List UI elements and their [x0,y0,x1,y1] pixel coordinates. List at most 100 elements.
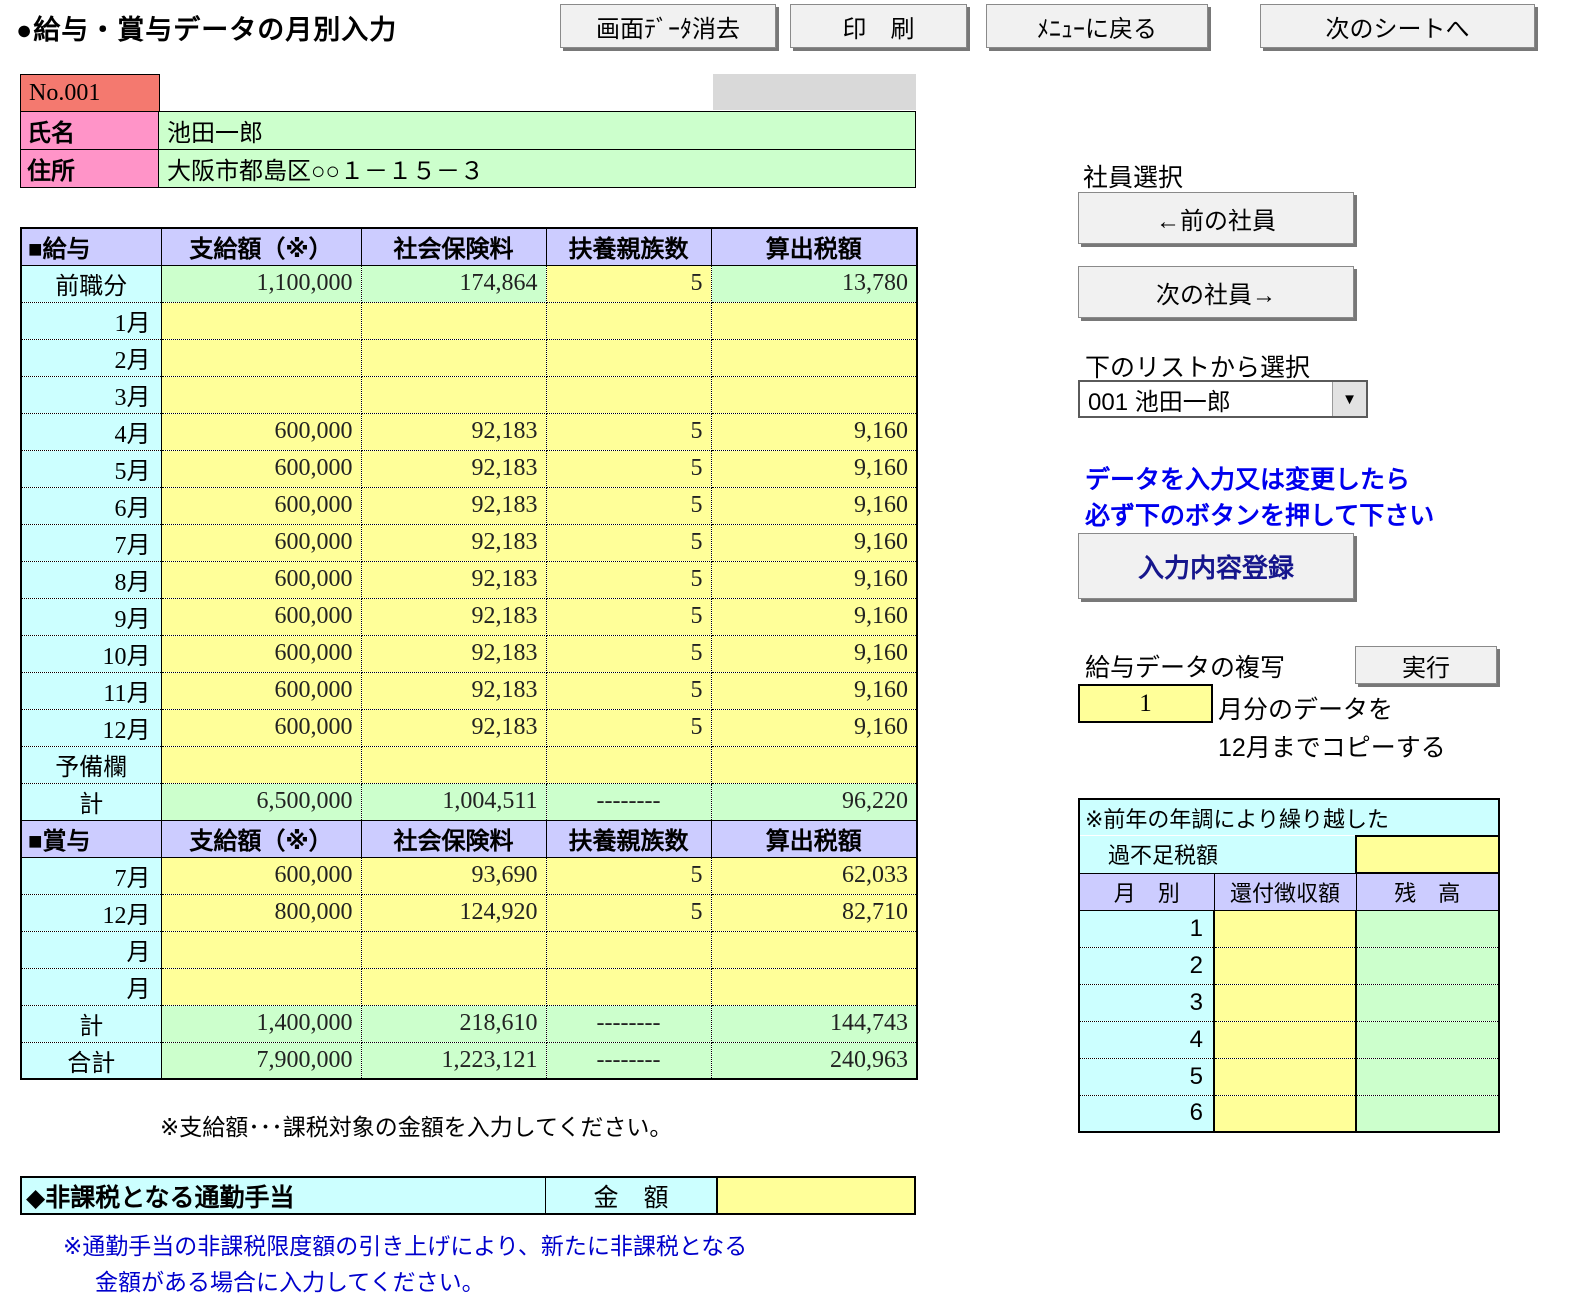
copy-month-input[interactable]: 1 [1078,684,1213,723]
back-to-menu-button[interactable]: ﾒﾆｭｰに戻る [986,4,1208,48]
salary-row: 12月 600,000 92,183 5 9,160 [21,709,917,746]
dependents-cell[interactable]: 5 [546,450,711,487]
refund-cell[interactable] [1214,947,1356,984]
insurance-cell[interactable] [361,931,546,968]
next-employee-button[interactable]: 次の社員→ [1078,266,1354,318]
pay-cell[interactable]: 600,000 [161,413,361,450]
insurance-cell[interactable]: 218,610 [361,1005,546,1042]
print-button[interactable]: 印 刷 [790,4,967,48]
insurance-cell[interactable]: 92,183 [361,598,546,635]
dependents-cell[interactable]: -------- [546,1005,711,1042]
insurance-cell[interactable] [361,376,546,413]
warning-line1: データを入力又は変更したら [1085,462,1410,498]
salary-row: 3月 [21,376,917,413]
execute-copy-button[interactable]: 実行 [1355,646,1497,684]
pay-cell[interactable]: 800,000 [161,894,361,931]
pay-cell[interactable]: 1,100,000 [161,265,361,302]
salary-row: 前職分 1,100,000 174,864 5 13,780 [21,265,917,302]
pay-cell[interactable]: 6,500,000 [161,783,361,820]
pay-cell[interactable]: 1,400,000 [161,1005,361,1042]
pay-cell[interactable] [161,339,361,376]
insurance-cell[interactable] [361,302,546,339]
dependents-cell[interactable]: 5 [546,265,711,302]
prev-employee-button[interactable]: ←前の社員 [1078,192,1354,244]
dependents-cell[interactable]: 5 [546,524,711,561]
employee-dropdown[interactable]: 001 池田一郎 ▼ [1078,380,1368,418]
insurance-cell[interactable]: 93,690 [361,857,546,894]
pay-cell[interactable] [161,302,361,339]
dependents-cell[interactable]: 5 [546,635,711,672]
dependents-cell[interactable] [546,746,711,783]
pay-cell[interactable] [161,968,361,1005]
dependents-cell[interactable]: 5 [546,672,711,709]
commute-amount-input[interactable] [716,1178,914,1213]
pay-cell[interactable]: 7,900,000 [161,1042,361,1079]
dependents-cell[interactable] [546,968,711,1005]
dependents-cell[interactable] [546,376,711,413]
row-label: 7月 [21,857,161,894]
insurance-cell[interactable]: 92,183 [361,635,546,672]
pay-cell[interactable] [161,931,361,968]
insurance-cell[interactable] [361,968,546,1005]
dependents-cell[interactable]: 5 [546,857,711,894]
tax-cell: 9,160 [711,524,917,561]
employee-dropdown-value: 001 池田一郎 [1080,382,1231,417]
col-header-dependents: 扶養親族数 [546,228,711,265]
next-sheet-button[interactable]: 次のシートへ [1260,4,1535,48]
pay-cell[interactable]: 600,000 [161,857,361,894]
pay-cell[interactable]: 600,000 [161,450,361,487]
dependents-cell[interactable]: 5 [546,894,711,931]
dependents-cell[interactable]: 5 [546,709,711,746]
dependents-cell[interactable] [546,302,711,339]
insurance-cell[interactable]: 174,864 [361,265,546,302]
insurance-cell[interactable]: 92,183 [361,672,546,709]
balance-cell [1356,984,1499,1021]
insurance-cell[interactable]: 1,004,511 [361,783,546,820]
pay-cell[interactable]: 600,000 [161,635,361,672]
refund-cell[interactable] [1214,1058,1356,1095]
insurance-cell[interactable] [361,339,546,376]
carryover-amount-input[interactable] [1356,836,1499,873]
insurance-cell[interactable]: 92,183 [361,413,546,450]
pay-cell[interactable]: 600,000 [161,672,361,709]
insurance-cell[interactable]: 92,183 [361,524,546,561]
dependents-cell[interactable]: -------- [546,1042,711,1079]
name-value-cell[interactable]: 池田一郎 [158,111,916,150]
chevron-down-icon[interactable]: ▼ [1332,382,1366,416]
insurance-cell[interactable]: 1,223,121 [361,1042,546,1079]
dependents-cell[interactable]: -------- [546,783,711,820]
salary-row: 9月 600,000 92,183 5 9,160 [21,598,917,635]
refund-cell[interactable] [1214,910,1356,947]
tax-cell [711,302,917,339]
pay-cell[interactable]: 600,000 [161,524,361,561]
refund-cell[interactable] [1214,1021,1356,1058]
refund-cell[interactable] [1214,1095,1356,1132]
insurance-cell[interactable]: 92,183 [361,487,546,524]
pay-cell[interactable]: 600,000 [161,709,361,746]
dependents-cell[interactable]: 5 [546,413,711,450]
insurance-cell[interactable]: 92,183 [361,450,546,487]
insurance-cell[interactable]: 92,183 [361,561,546,598]
pay-cell[interactable] [161,376,361,413]
refund-cell[interactable] [1214,984,1356,1021]
dependents-cell[interactable]: 5 [546,561,711,598]
carryover-note-row1: ※前年の年調により繰り越した [1079,799,1499,836]
col-header-tax: 算出税額 [711,228,917,265]
address-value-cell[interactable]: 大阪市都島区○○１－１５－３ [158,149,916,188]
dependents-cell[interactable] [546,931,711,968]
clear-screen-button[interactable]: 画面ﾃﾞｰﾀ消去 [560,4,776,48]
insurance-cell[interactable]: 124,920 [361,894,546,931]
insurance-cell[interactable] [361,746,546,783]
pay-cell[interactable]: 600,000 [161,487,361,524]
pay-cell[interactable]: 600,000 [161,561,361,598]
insurance-cell[interactable]: 92,183 [361,709,546,746]
tax-cell: 9,160 [711,709,917,746]
pay-cell[interactable] [161,746,361,783]
pay-cell[interactable]: 600,000 [161,598,361,635]
bonus-row: 7月 600,000 93,690 5 62,033 [21,857,917,894]
dependents-cell[interactable]: 5 [546,598,711,635]
dependents-cell[interactable]: 5 [546,487,711,524]
dependents-cell[interactable] [546,339,711,376]
register-input-button[interactable]: 入力内容登録 [1078,533,1354,599]
list-select-label: 下のリストから選択 [1085,348,1310,384]
